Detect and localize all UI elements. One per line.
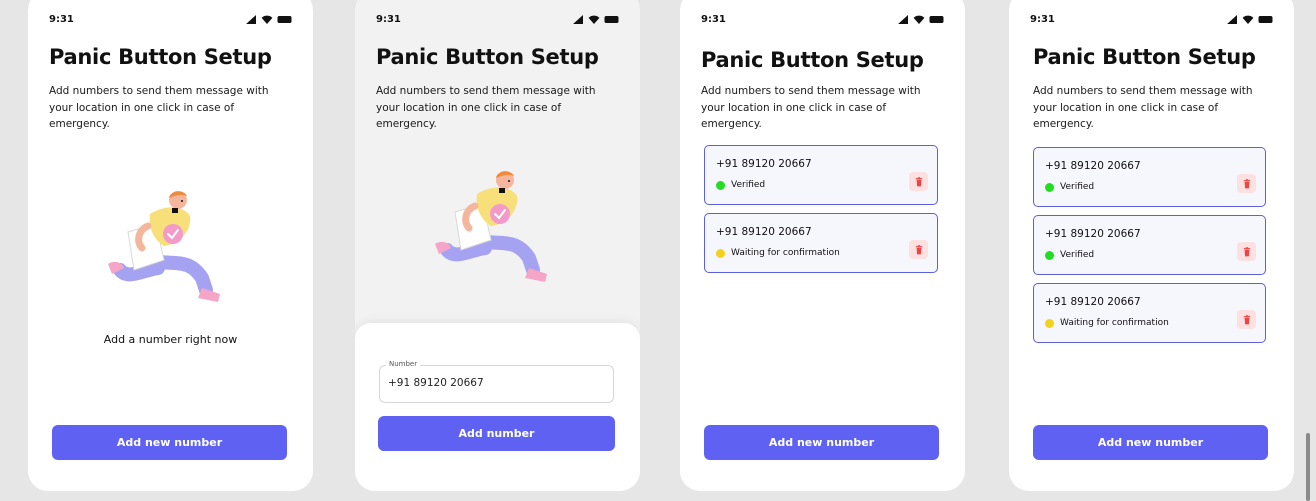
card-status: Waiting for confirmation (716, 248, 840, 258)
page-description: Add numbers to send them message with yo… (49, 85, 269, 130)
system-icons (1227, 15, 1273, 24)
card-status-label: Verified (731, 180, 766, 190)
trash-icon (1243, 179, 1251, 189)
delete-button[interactable] (1237, 174, 1256, 193)
card-status-label: Verified (1060, 182, 1095, 192)
trash-icon (915, 245, 923, 255)
status-time: 9:31 (701, 13, 726, 25)
card-phone-number: +91 89120 20667 (1045, 160, 1141, 172)
number-field[interactable]: Number (379, 360, 614, 403)
card-phone-number: +91 89120 20667 (1045, 296, 1141, 308)
screen-number-list-two: 9:31 Panic Button Setup Add numbers to s… (680, 0, 965, 491)
delete-button[interactable] (909, 240, 928, 259)
page-title: Panic Button Setup (49, 45, 272, 69)
empty-state-text: Add a number right now (103, 333, 238, 346)
status-bar: 9:31 (1030, 12, 1273, 26)
status-bar: 9:31 (49, 12, 292, 26)
trash-icon (1243, 315, 1251, 325)
signal-icon (1227, 15, 1238, 24)
wifi-icon (913, 15, 925, 24)
status-dot (1045, 250, 1054, 260)
wifi-icon (1242, 15, 1254, 24)
runner-illustration (425, 170, 555, 295)
page-description: Add numbers to send them message with yo… (376, 85, 596, 130)
page-description: Add numbers to send them message with yo… (701, 85, 921, 130)
card-status-label: Verified (1060, 250, 1095, 260)
status-bar: 9:31 (701, 12, 944, 26)
card-phone-number: +91 89120 20667 (716, 226, 812, 238)
delete-button[interactable] (909, 172, 928, 191)
wifi-icon (588, 15, 600, 24)
add-new-number-button[interactable]: Add new number (52, 425, 287, 460)
screen-number-list-three: 9:31 Panic Button Setup Add numbers to s… (1009, 0, 1294, 491)
number-card[interactable]: +91 89120 20667 Waiting for confirmation (704, 213, 938, 273)
card-phone-number: +91 89120 20667 (1045, 228, 1141, 240)
page-title: Panic Button Setup (376, 45, 599, 69)
number-card[interactable]: +91 89120 20667 Verified (1033, 215, 1266, 275)
trash-icon (915, 177, 923, 187)
status-time: 9:31 (49, 13, 74, 25)
status-time: 9:31 (376, 13, 401, 25)
system-icons (898, 15, 944, 24)
battery-icon (929, 16, 944, 23)
status-dot (716, 180, 725, 190)
page-title: Panic Button Setup (701, 48, 924, 72)
system-icons (246, 15, 292, 24)
page-title: Panic Button Setup (1033, 45, 1256, 69)
system-icons (573, 15, 619, 24)
status-dot (1045, 182, 1054, 192)
signal-icon (898, 15, 909, 24)
number-card[interactable]: +91 89120 20667 Waiting for confirmation (1033, 283, 1266, 343)
number-list: +91 89120 20667 Verified +91 89120 20667… (1033, 147, 1266, 351)
number-card[interactable]: +91 89120 20667 Verified (704, 145, 938, 205)
card-status-label: Waiting for confirmation (1060, 318, 1169, 328)
screen-empty-state: 9:31 Panic Button Setup Add numbers to s… (28, 0, 313, 491)
card-status-label: Waiting for confirmation (731, 248, 840, 258)
screen-add-number: 9:31 Panic Button Setup Add numbers to s… (355, 0, 640, 491)
status-bar: 9:31 (376, 12, 619, 26)
card-status: Waiting for confirmation (1045, 318, 1169, 328)
card-status: Verified (1045, 250, 1094, 260)
page-description: Add numbers to send them message with yo… (1033, 85, 1253, 130)
battery-icon (604, 16, 619, 23)
number-card[interactable]: +91 89120 20667 Verified (1033, 147, 1266, 207)
signal-icon (246, 15, 257, 24)
number-list: +91 89120 20667 Verified +91 89120 20667… (704, 145, 938, 281)
bottom-sheet: Number Add number (355, 323, 640, 491)
status-time: 9:31 (1030, 13, 1055, 25)
battery-icon (277, 16, 292, 23)
trash-icon (1243, 247, 1251, 257)
number-input[interactable] (388, 377, 605, 389)
card-phone-number: +91 89120 20667 (716, 158, 812, 170)
add-number-button[interactable]: Add number (378, 416, 615, 451)
status-dot (716, 248, 725, 258)
add-new-number-button[interactable]: Add new number (1033, 425, 1268, 460)
delete-button[interactable] (1237, 310, 1256, 329)
signal-icon (573, 15, 584, 24)
page-scrollbar[interactable] (1306, 433, 1310, 501)
wifi-icon (261, 15, 273, 24)
status-dot (1045, 318, 1054, 328)
number-field-label: Number (386, 360, 421, 368)
delete-button[interactable] (1237, 242, 1256, 261)
card-status: Verified (1045, 182, 1094, 192)
battery-icon (1258, 16, 1273, 23)
runner-illustration (98, 190, 228, 315)
card-status: Verified (716, 180, 765, 190)
add-new-number-button[interactable]: Add new number (704, 425, 939, 460)
